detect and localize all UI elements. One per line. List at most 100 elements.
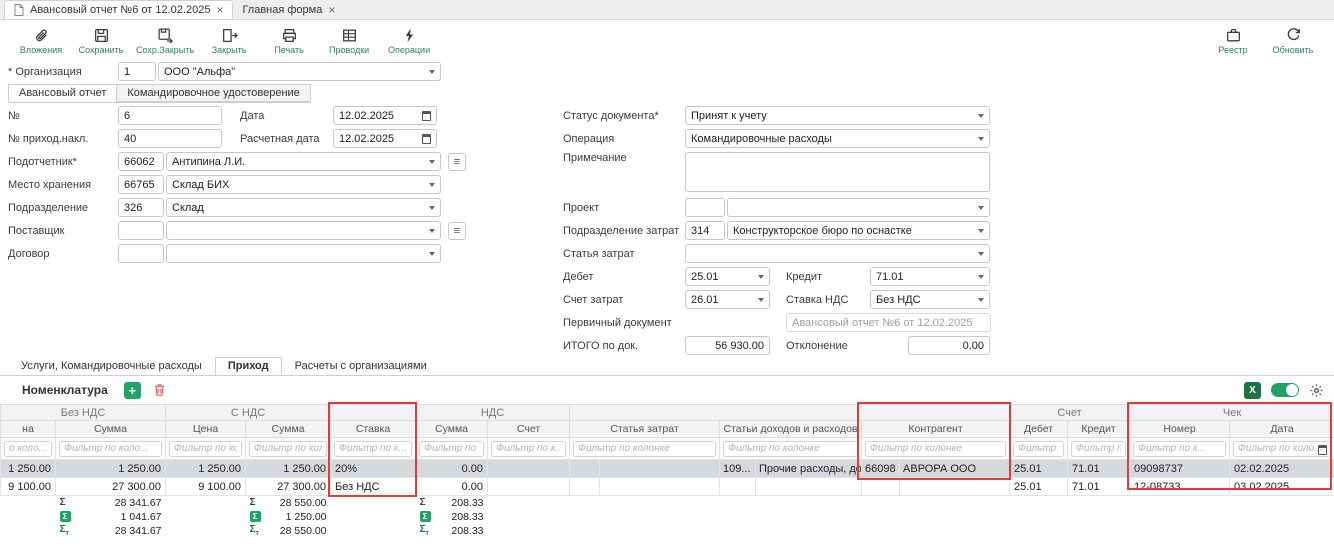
accountable-hierarchy-button[interactable]: ≡ xyxy=(448,153,466,171)
cell-price-no-vat[interactable]: 1 250.00 xyxy=(1,460,56,478)
cell-vat-account[interactable] xyxy=(488,478,570,496)
filter-input[interactable] xyxy=(723,441,858,457)
column-header-vat-account[interactable]: Счет xyxy=(488,421,570,438)
num-input[interactable]: 6 xyxy=(118,106,222,125)
filter-input[interactable] xyxy=(334,441,412,457)
cell-credit[interactable]: 71.01 xyxy=(1068,478,1130,496)
add-row-button[interactable]: + xyxy=(124,382,141,399)
status-select[interactable]: Принят к учету xyxy=(685,106,990,125)
column-header-debit[interactable]: Дебет xyxy=(1010,421,1068,438)
filter-toggle[interactable] xyxy=(1271,383,1299,397)
cell-rate[interactable]: 20% xyxy=(331,460,416,478)
column-header-vat-sum[interactable]: Сумма xyxy=(416,421,488,438)
registry-button[interactable]: Реестр xyxy=(1204,25,1262,57)
column-header-sum-vat[interactable]: Сумма xyxy=(246,421,331,438)
column-header-price-vat[interactable]: Цена xyxy=(166,421,246,438)
supplier-hierarchy-button[interactable]: ≡ xyxy=(448,222,466,240)
cell-debit[interactable]: 25.01 xyxy=(1010,460,1068,478)
close-icon[interactable]: × xyxy=(216,4,223,16)
cell-cost-item[interactable] xyxy=(570,460,720,478)
filter-input[interactable] xyxy=(59,441,162,457)
total-input[interactable]: 56 930.00 xyxy=(685,336,770,355)
cost-account-select[interactable]: 26.01 xyxy=(685,290,770,309)
cost-item-select[interactable] xyxy=(685,244,990,263)
invoice-num-input[interactable]: 40 xyxy=(118,129,222,148)
operations-button[interactable]: Операции xyxy=(380,25,438,57)
column-header-check-date[interactable]: Дата xyxy=(1230,421,1334,438)
cell-vat-account[interactable] xyxy=(488,460,570,478)
delete-row-button[interactable] xyxy=(151,381,169,399)
export-excel-button[interactable]: X xyxy=(1244,382,1261,399)
operation-select[interactable]: Командировочные расходы xyxy=(685,129,990,148)
cell-rate[interactable]: Без НДС xyxy=(331,478,416,496)
cell-sum-vat[interactable]: 1 250.00 xyxy=(246,460,331,478)
cell-credit[interactable]: 71.01 xyxy=(1068,460,1130,478)
table-row[interactable]: 1 250.00 1 250.00 1 250.00 1 250.00 20% … xyxy=(1,460,1334,478)
cell-debit[interactable]: 25.01 xyxy=(1010,478,1068,496)
supplier-select[interactable] xyxy=(166,221,441,240)
postings-button[interactable]: Проводки xyxy=(320,25,378,57)
column-header-rate[interactable]: Ставка xyxy=(331,421,416,438)
column-header-check-number[interactable]: Номер xyxy=(1130,421,1230,438)
project-select[interactable] xyxy=(727,198,990,217)
filter-input[interactable] xyxy=(169,441,242,457)
tab-services-travel-expenses[interactable]: Услуги, Командировочные расходы xyxy=(8,357,215,375)
close-button[interactable]: Закрыть xyxy=(200,25,258,57)
filter-input[interactable] xyxy=(419,441,484,457)
organization-code-input[interactable]: 1 xyxy=(118,62,156,81)
cell-sum-no-vat[interactable]: 27 300.00 xyxy=(56,478,166,496)
column-header-sum-no-vat[interactable]: Сумма xyxy=(56,421,166,438)
note-textarea[interactable] xyxy=(685,152,990,192)
cost-department-code-input[interactable]: 314 xyxy=(685,221,725,240)
tab-advance-report[interactable]: Авансовый отчет xyxy=(8,84,117,102)
storage-code-input[interactable]: 66765 xyxy=(118,175,164,194)
organization-select[interactable]: ООО "Альфа" xyxy=(158,62,441,81)
cell-check-date[interactable]: 02.02.2025 xyxy=(1230,460,1334,478)
tab-travel-certificate[interactable]: Командировочное удостоверение xyxy=(117,84,310,102)
department-code-input[interactable]: 326 xyxy=(118,198,164,217)
cell-vat-sum[interactable]: 0.00 xyxy=(416,478,488,496)
accountable-select[interactable]: Антипина Л.И. xyxy=(166,152,441,171)
filter-input[interactable] xyxy=(865,441,1006,457)
filter-input[interactable] xyxy=(1071,441,1126,457)
cell-sum-vat[interactable]: 27 300.00 xyxy=(246,478,331,496)
date-input[interactable]: 12.02.2025 xyxy=(333,106,437,125)
project-code-input[interactable] xyxy=(685,198,725,217)
filter-input[interactable] xyxy=(1013,441,1064,457)
cell-check-number[interactable]: 09098737 xyxy=(1130,460,1230,478)
cell-income-expense-item[interactable] xyxy=(720,478,862,496)
refresh-button[interactable]: Обновить xyxy=(1264,25,1322,57)
window-tab-main-form[interactable]: Главная форма × xyxy=(233,0,344,19)
debit-select[interactable]: 25.01 xyxy=(685,267,770,286)
cell-contractor[interactable] xyxy=(862,478,1010,496)
cell-contractor[interactable]: 66098АВРОРА ООО xyxy=(862,460,1010,478)
supplier-code-input[interactable] xyxy=(118,221,164,240)
print-button[interactable]: Печать xyxy=(260,25,318,57)
cell-vat-sum[interactable]: 0.00 xyxy=(416,460,488,478)
contract-select[interactable] xyxy=(166,244,441,263)
storage-select[interactable]: Склад БИХ xyxy=(166,175,441,194)
filter-input[interactable] xyxy=(1133,441,1226,457)
window-tab-advance-report[interactable]: Авансовый отчет №6 от 12.02.2025 × xyxy=(4,0,233,19)
table-row[interactable]: 9 100.00 27 300.00 9 100.00 27 300.00 Бе… xyxy=(1,478,1334,496)
vat-rate-select[interactable]: Без НДС xyxy=(870,290,990,309)
credit-select[interactable]: 71.01 xyxy=(870,267,990,286)
contract-code-input[interactable] xyxy=(118,244,164,263)
filter-input[interactable] xyxy=(491,441,566,457)
tab-settlements-organizations[interactable]: Расчеты с организациями xyxy=(282,357,440,375)
department-select[interactable]: Склад xyxy=(166,198,441,217)
cell-sum-no-vat[interactable]: 1 250.00 xyxy=(56,460,166,478)
accountable-code-input[interactable]: 66062 xyxy=(118,152,164,171)
calc-date-input[interactable]: 12.02.2025 xyxy=(333,129,437,148)
cell-price-vat[interactable]: 1 250.00 xyxy=(166,460,246,478)
column-header-cost-item[interactable]: Статья затрат xyxy=(570,421,720,438)
column-header-credit[interactable]: Кредит xyxy=(1068,421,1130,438)
filter-input[interactable] xyxy=(249,441,327,457)
cell-check-number[interactable]: 12-08733 xyxy=(1130,478,1230,496)
close-icon[interactable]: × xyxy=(328,4,335,16)
save-button[interactable]: Сохранить xyxy=(72,25,130,57)
cell-cost-item[interactable] xyxy=(570,478,720,496)
column-header-income-expense-items[interactable]: Статьи доходов и расходов xyxy=(720,421,862,438)
cell-price-no-vat[interactable]: 9 100.00 xyxy=(1,478,56,496)
cell-check-date[interactable]: 03.02.2025 xyxy=(1230,478,1334,496)
